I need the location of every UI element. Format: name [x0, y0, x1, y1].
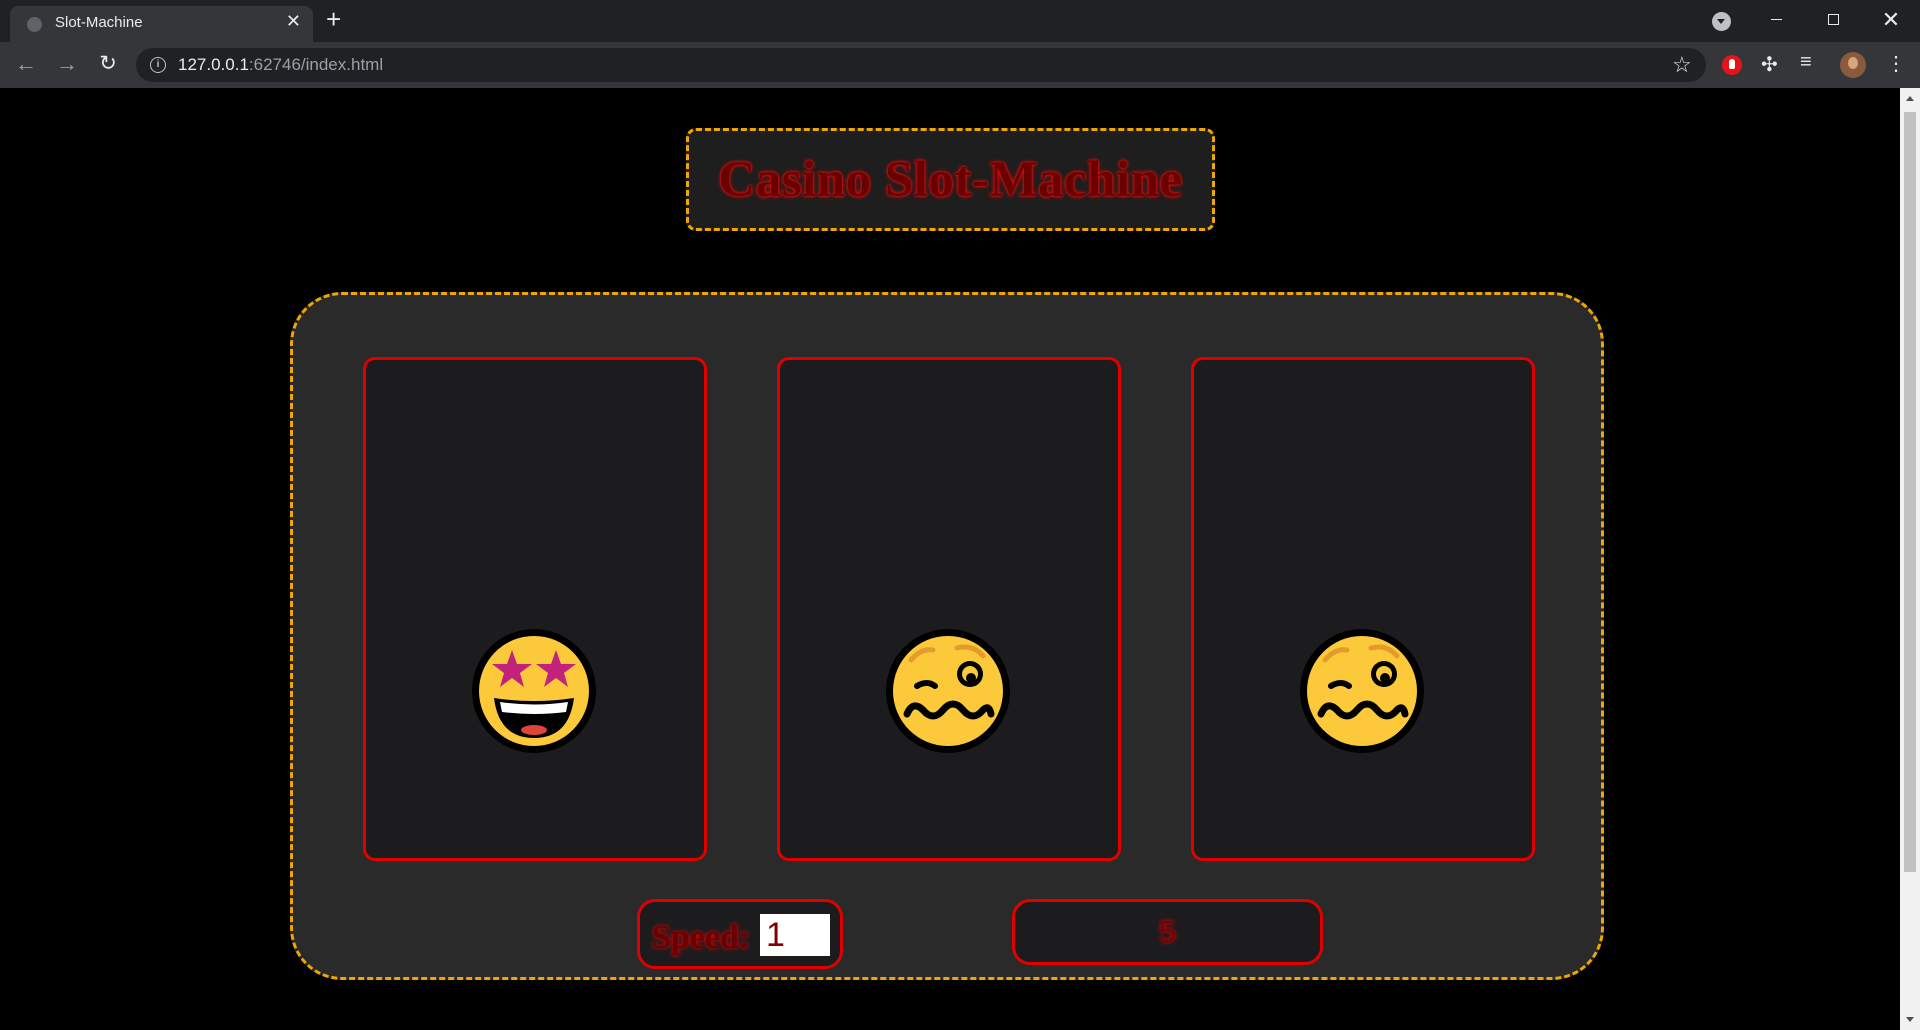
- new-tab-button[interactable]: +: [326, 4, 341, 35]
- media-queue-icon[interactable]: ≡: [1800, 51, 1812, 74]
- browser-menu-icon[interactable]: ⋮: [1886, 51, 1906, 76]
- speed-label: Speed:: [652, 919, 751, 956]
- profile-avatar[interactable]: [1840, 52, 1866, 78]
- reel-2: [777, 357, 1121, 861]
- woozy-face-icon: [886, 629, 1010, 753]
- close-window-button[interactable]: ✕: [1868, 6, 1914, 34]
- tab-title: Slot-Machine: [55, 14, 143, 31]
- reel-1: [363, 357, 707, 861]
- scroll-thumb[interactable]: [1904, 112, 1916, 872]
- result-display: 5: [1012, 899, 1323, 965]
- scroll-up-arrow-icon[interactable]: [1906, 96, 1914, 101]
- address-bar[interactable]: i 127.0.0.1:62746/index.html ☆: [136, 48, 1706, 82]
- restore-button[interactable]: [1810, 6, 1856, 34]
- result-value: 5: [1158, 914, 1177, 949]
- slot-machine: Speed: 5: [290, 292, 1604, 980]
- close-tab-icon[interactable]: ✕: [286, 11, 301, 32]
- url-host: 127.0.0.1: [178, 55, 249, 74]
- browser-tab-strip: Slot-Machine ✕ + ✕: [0, 0, 1920, 42]
- globe-icon: [27, 17, 42, 32]
- browser-tab[interactable]: Slot-Machine ✕: [10, 6, 313, 42]
- reel-3: [1191, 357, 1535, 861]
- url-text[interactable]: 127.0.0.1:62746/index.html: [178, 55, 383, 75]
- forward-button[interactable]: →: [53, 51, 81, 77]
- bookmark-star-icon[interactable]: ☆: [1672, 52, 1692, 78]
- page-title: Casino Slot-Machine: [718, 151, 1183, 208]
- url-path: :62746/index.html: [248, 55, 384, 74]
- reload-button[interactable]: ↻: [94, 51, 122, 76]
- title-banner: Casino Slot-Machine: [686, 128, 1215, 231]
- minimize-button[interactable]: [1754, 6, 1800, 34]
- browser-toolbar: ← → ↻ i 127.0.0.1:62746/index.html ☆: [0, 42, 1920, 88]
- page-viewport: Casino Slot-Machine Speed: 1 5: [0, 88, 1900, 1030]
- speed-control: Speed:: [637, 899, 843, 969]
- adblock-extension-icon[interactable]: [1722, 55, 1742, 75]
- tab-search-icon[interactable]: [1712, 12, 1731, 31]
- woozy-face-icon: [1300, 629, 1424, 753]
- info-icon[interactable]: i: [150, 57, 166, 73]
- speed-input[interactable]: [760, 914, 830, 956]
- back-button[interactable]: ←: [12, 51, 40, 77]
- extensions-puzzle-icon[interactable]: ✣: [1761, 52, 1778, 77]
- scroll-down-arrow-icon[interactable]: [1906, 1017, 1914, 1022]
- page-scrollbar[interactable]: [1900, 88, 1920, 1030]
- star-struck-face-icon: [472, 629, 596, 753]
